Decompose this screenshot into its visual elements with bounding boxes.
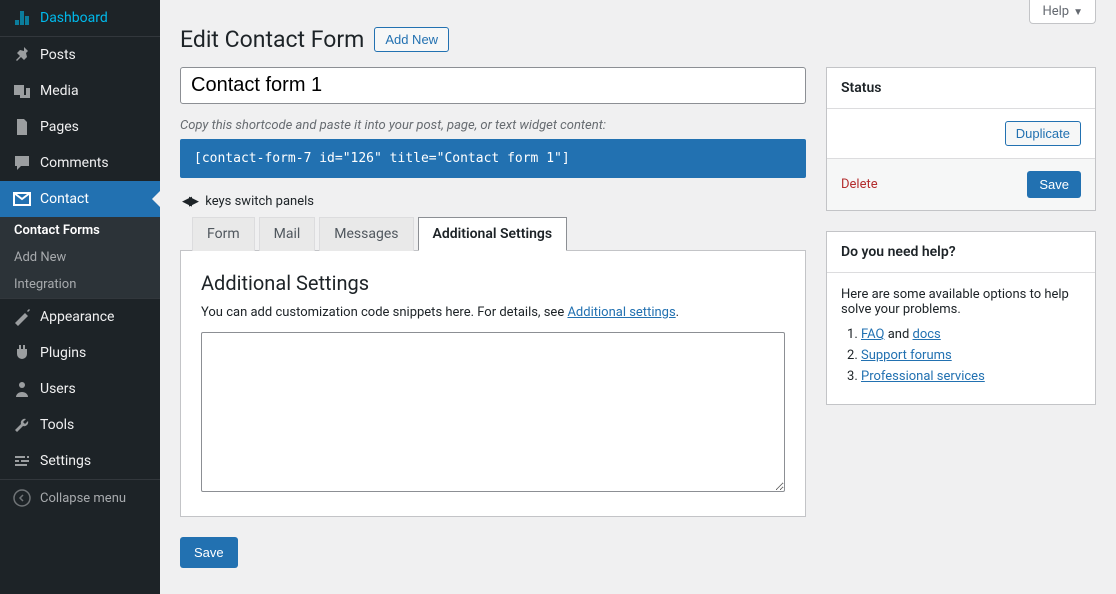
delete-link[interactable]: Delete xyxy=(841,177,878,192)
users-icon xyxy=(12,379,32,399)
status-postbox: Status Duplicate Delete Save xyxy=(826,67,1096,211)
submenu-integration[interactable]: Integration xyxy=(0,271,160,298)
pin-icon xyxy=(12,45,32,65)
help-tab[interactable]: Help▼ xyxy=(1029,0,1096,24)
sidebar-item-media[interactable]: Media xyxy=(0,73,160,109)
faq-link[interactable]: FAQ xyxy=(861,327,884,342)
form-title-input[interactable] xyxy=(180,67,806,104)
sidebar-item-label: Posts xyxy=(40,47,76,63)
sidebar-item-comments[interactable]: Comments xyxy=(0,145,160,181)
sidebar-item-label: Plugins xyxy=(40,345,86,361)
tab-form[interactable]: Form xyxy=(192,217,255,251)
arrows-icon: ◀▶ xyxy=(182,194,196,209)
chevron-down-icon: ▼ xyxy=(1073,7,1083,18)
collapse-icon xyxy=(12,488,32,508)
plugins-icon xyxy=(12,343,32,363)
sidebar-item-label: Contact xyxy=(40,191,89,207)
panel-tabs: Form Mail Messages Additional Settings xyxy=(192,217,806,251)
tools-icon xyxy=(12,415,32,435)
sidebar-item-label: Appearance xyxy=(40,309,114,325)
sidebar-item-label: Settings xyxy=(40,453,91,469)
duplicate-button[interactable]: Duplicate xyxy=(1005,121,1081,146)
tab-messages[interactable]: Messages xyxy=(319,217,413,251)
help-item-faq: FAQ and docs xyxy=(861,327,1081,342)
professional-services-link[interactable]: Professional services xyxy=(861,369,985,384)
submenu-contact-forms[interactable]: Contact Forms xyxy=(0,217,160,244)
sidebar-item-plugins[interactable]: Plugins xyxy=(0,335,160,371)
keys-switch-hint: ◀▶ keys switch panels xyxy=(182,194,806,209)
additional-settings-panel: Additional Settings You can add customiz… xyxy=(180,250,806,517)
sidebar-item-appearance[interactable]: Appearance xyxy=(0,299,160,335)
shortcode-box[interactable]: [contact-form-7 id="126" title="Contact … xyxy=(180,139,806,178)
panel-description: You can add customization code snippets … xyxy=(201,305,785,320)
sidebar-item-label: Tools xyxy=(40,417,74,433)
pages-icon xyxy=(12,117,32,137)
help-list: FAQ and docs Support forums Professional… xyxy=(861,327,1081,384)
help-item-forums: Support forums xyxy=(861,348,1081,363)
tab-mail[interactable]: Mail xyxy=(259,217,316,251)
settings-icon xyxy=(12,451,32,471)
admin-sidebar: Dashboard Posts Media Pages Comments Con… xyxy=(0,0,160,594)
sidebar-item-users[interactable]: Users xyxy=(0,371,160,407)
additional-settings-link[interactable]: Additional settings xyxy=(567,305,675,320)
help-postbox: Do you need help? Here are some availabl… xyxy=(826,231,1096,405)
help-heading: Do you need help? xyxy=(841,244,1081,260)
appearance-icon xyxy=(12,307,32,327)
sidebar-item-label: Pages xyxy=(40,119,79,135)
media-icon xyxy=(12,81,32,101)
status-heading: Status xyxy=(841,80,1081,96)
side-save-button[interactable]: Save xyxy=(1027,171,1081,198)
shortcode-hint: Copy this shortcode and paste it into yo… xyxy=(180,118,806,133)
save-button[interactable]: Save xyxy=(180,537,238,568)
panel-heading: Additional Settings xyxy=(201,271,785,295)
sidebar-item-posts[interactable]: Posts xyxy=(0,37,160,73)
collapse-menu[interactable]: Collapse menu xyxy=(0,480,160,516)
sidebar-submenu: Contact Forms Add New Integration xyxy=(0,217,160,298)
sidebar-item-label: Users xyxy=(40,381,76,397)
sidebar-item-settings[interactable]: Settings xyxy=(0,443,160,479)
page-title: Edit Contact Form xyxy=(180,26,364,53)
mail-icon xyxy=(12,189,32,209)
comments-icon xyxy=(12,153,32,173)
docs-link[interactable]: docs xyxy=(913,327,941,342)
help-item-pro: Professional services xyxy=(861,369,1081,384)
collapse-label: Collapse menu xyxy=(40,491,126,506)
sidebar-item-contact[interactable]: Contact xyxy=(0,181,160,217)
add-new-button[interactable]: Add New xyxy=(374,27,449,52)
sidebar-item-tools[interactable]: Tools xyxy=(0,407,160,443)
main-content: Help▼ Edit Contact Form Add New Copy thi… xyxy=(160,0,1116,594)
sidebar-item-label: Dashboard xyxy=(40,10,108,26)
tab-additional-settings[interactable]: Additional Settings xyxy=(418,217,568,251)
sidebar-item-label: Comments xyxy=(40,155,109,171)
sidebar-item-pages[interactable]: Pages xyxy=(0,109,160,145)
support-forums-link[interactable]: Support forums xyxy=(861,348,952,363)
help-intro: Here are some available options to help … xyxy=(841,287,1081,317)
dashboard-icon xyxy=(12,8,32,28)
sidebar-item-dashboard[interactable]: Dashboard xyxy=(0,0,160,36)
submenu-add-new[interactable]: Add New xyxy=(0,244,160,271)
sidebar-item-label: Media xyxy=(40,83,79,99)
additional-settings-textarea[interactable] xyxy=(201,332,785,492)
